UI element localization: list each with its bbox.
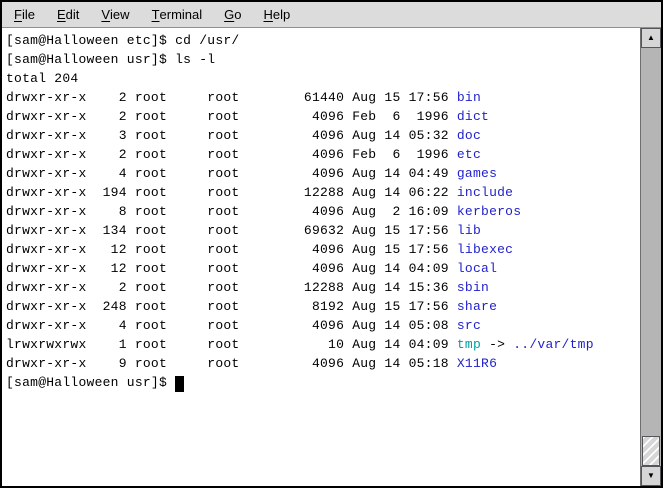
terminal-line: drwxr-xr-x 2 root root 4096 Feb 6 1996 d… (6, 107, 640, 126)
terminal-line: [sam@Halloween etc]$ cd /usr/ (6, 31, 640, 50)
terminal-screen[interactable]: [sam@Halloween etc]$ cd /usr/ [sam@Hallow… (2, 28, 640, 486)
scrollbar: ▲ ▼ (640, 28, 661, 486)
terminal-text: drwxr-xr-x 8 root root 4096 Aug 2 16:09 (6, 204, 457, 219)
terminal-line: drwxr-xr-x 4 root root 4096 Aug 14 04:49… (6, 164, 640, 183)
directory-name: share (457, 299, 497, 314)
terminal-text: lrwxrwxrwx 1 root root 10 Aug 14 04:09 (6, 337, 457, 352)
directory-name: etc (457, 147, 481, 162)
text-cursor (175, 376, 184, 392)
menu-item-view[interactable]: View (90, 2, 140, 27)
terminal-text: drwxr-xr-x 194 root root 12288 Aug 14 06… (6, 185, 457, 200)
terminal-line: drwxr-xr-x 3 root root 4096 Aug 14 05:32… (6, 126, 640, 145)
terminal-line: drwxr-xr-x 248 root root 8192 Aug 15 17:… (6, 297, 640, 316)
terminal-line: drwxr-xr-x 2 root root 4096 Feb 6 1996 e… (6, 145, 640, 164)
menu-item-file[interactable]: File (3, 2, 46, 27)
directory-name: games (457, 166, 497, 181)
scroll-up-button[interactable]: ▲ (641, 28, 661, 48)
terminal-text: drwxr-xr-x 2 root root 4096 Feb 6 1996 (6, 147, 457, 162)
directory-name: kerberos (457, 204, 521, 219)
terminal-text: drwxr-xr-x 4 root root 4096 Aug 14 04:49 (6, 166, 457, 181)
terminal-line: lrwxrwxrwx 1 root root 10 Aug 14 04:09 t… (6, 335, 640, 354)
terminal-text: drwxr-xr-x 12 root root 4096 Aug 15 17:5… (6, 242, 457, 257)
terminal-text: drwxr-xr-x 12 root root 4096 Aug 14 04:0… (6, 261, 457, 276)
menu-item-help[interactable]: Help (253, 2, 302, 27)
scrollbar-thumb[interactable] (642, 436, 660, 466)
directory-name: dict (457, 109, 489, 124)
terminal-line: drwxr-xr-x 12 root root 4096 Aug 15 17:5… (6, 240, 640, 259)
scroll-down-icon: ▼ (647, 472, 655, 480)
terminal-line: drwxr-xr-x 2 root root 61440 Aug 15 17:5… (6, 88, 640, 107)
terminal-text: [sam@Halloween etc]$ cd /usr/ (6, 33, 240, 48)
terminal-text: -> (481, 337, 513, 352)
directory-name: include (457, 185, 513, 200)
menu-item-edit[interactable]: Edit (46, 2, 90, 27)
directory-name: sbin (457, 280, 489, 295)
terminal-text: drwxr-xr-x 3 root root 4096 Aug 14 05:32 (6, 128, 457, 143)
terminal-text: [sam@Halloween usr]$ ls -l (6, 52, 215, 67)
directory-name: local (457, 261, 497, 276)
scroll-down-button[interactable]: ▼ (641, 466, 661, 486)
directory-name: libexec (457, 242, 513, 257)
menubar: FileEditViewTerminalGoHelp (2, 2, 661, 28)
directory-name: doc (457, 128, 481, 143)
terminal-text: [sam@Halloween usr]$ (6, 375, 175, 390)
terminal-line: [sam@Halloween usr]$ (6, 373, 640, 392)
symlink-name: tmp (457, 337, 481, 352)
terminal-text: drwxr-xr-x 134 root root 69632 Aug 15 17… (6, 223, 457, 238)
terminal-line: total 204 (6, 69, 640, 88)
terminal-line: drwxr-xr-x 12 root root 4096 Aug 14 04:0… (6, 259, 640, 278)
terminal-text: drwxr-xr-x 4 root root 4096 Aug 14 05:08 (6, 318, 457, 333)
directory-name: src (457, 318, 481, 333)
terminal-text: drwxr-xr-x 9 root root 4096 Aug 14 05:18 (6, 356, 457, 371)
scrollbar-track[interactable] (641, 48, 661, 466)
terminal-line: drwxr-xr-x 9 root root 4096 Aug 14 05:18… (6, 354, 640, 373)
directory-name: lib (457, 223, 481, 238)
window-content: [sam@Halloween etc]$ cd /usr/ [sam@Hallow… (2, 28, 661, 486)
terminal-line: drwxr-xr-x 2 root root 12288 Aug 14 15:3… (6, 278, 640, 297)
terminal-window: FileEditViewTerminalGoHelp [sam@Hallowee… (0, 0, 663, 488)
terminal-line: [sam@Halloween usr]$ ls -l (6, 50, 640, 69)
terminal-line: drwxr-xr-x 4 root root 4096 Aug 14 05:08… (6, 316, 640, 335)
terminal-line: drwxr-xr-x 134 root root 69632 Aug 15 17… (6, 221, 640, 240)
directory-name: bin (457, 90, 481, 105)
terminal-line: drwxr-xr-x 8 root root 4096 Aug 2 16:09 … (6, 202, 640, 221)
directory-name: ../var/tmp (513, 337, 594, 352)
directory-name: X11R6 (457, 356, 497, 371)
terminal-text: drwxr-xr-x 2 root root 4096 Feb 6 1996 (6, 109, 457, 124)
terminal-line: drwxr-xr-x 194 root root 12288 Aug 14 06… (6, 183, 640, 202)
terminal-text: drwxr-xr-x 2 root root 61440 Aug 15 17:5… (6, 90, 457, 105)
menu-item-terminal[interactable]: Terminal (141, 2, 214, 27)
terminal-text: drwxr-xr-x 2 root root 12288 Aug 14 15:3… (6, 280, 457, 295)
terminal-text: total 204 (6, 71, 78, 86)
scroll-up-icon: ▲ (647, 34, 655, 42)
terminal-text: drwxr-xr-x 248 root root 8192 Aug 15 17:… (6, 299, 457, 314)
menu-item-go[interactable]: Go (213, 2, 252, 27)
